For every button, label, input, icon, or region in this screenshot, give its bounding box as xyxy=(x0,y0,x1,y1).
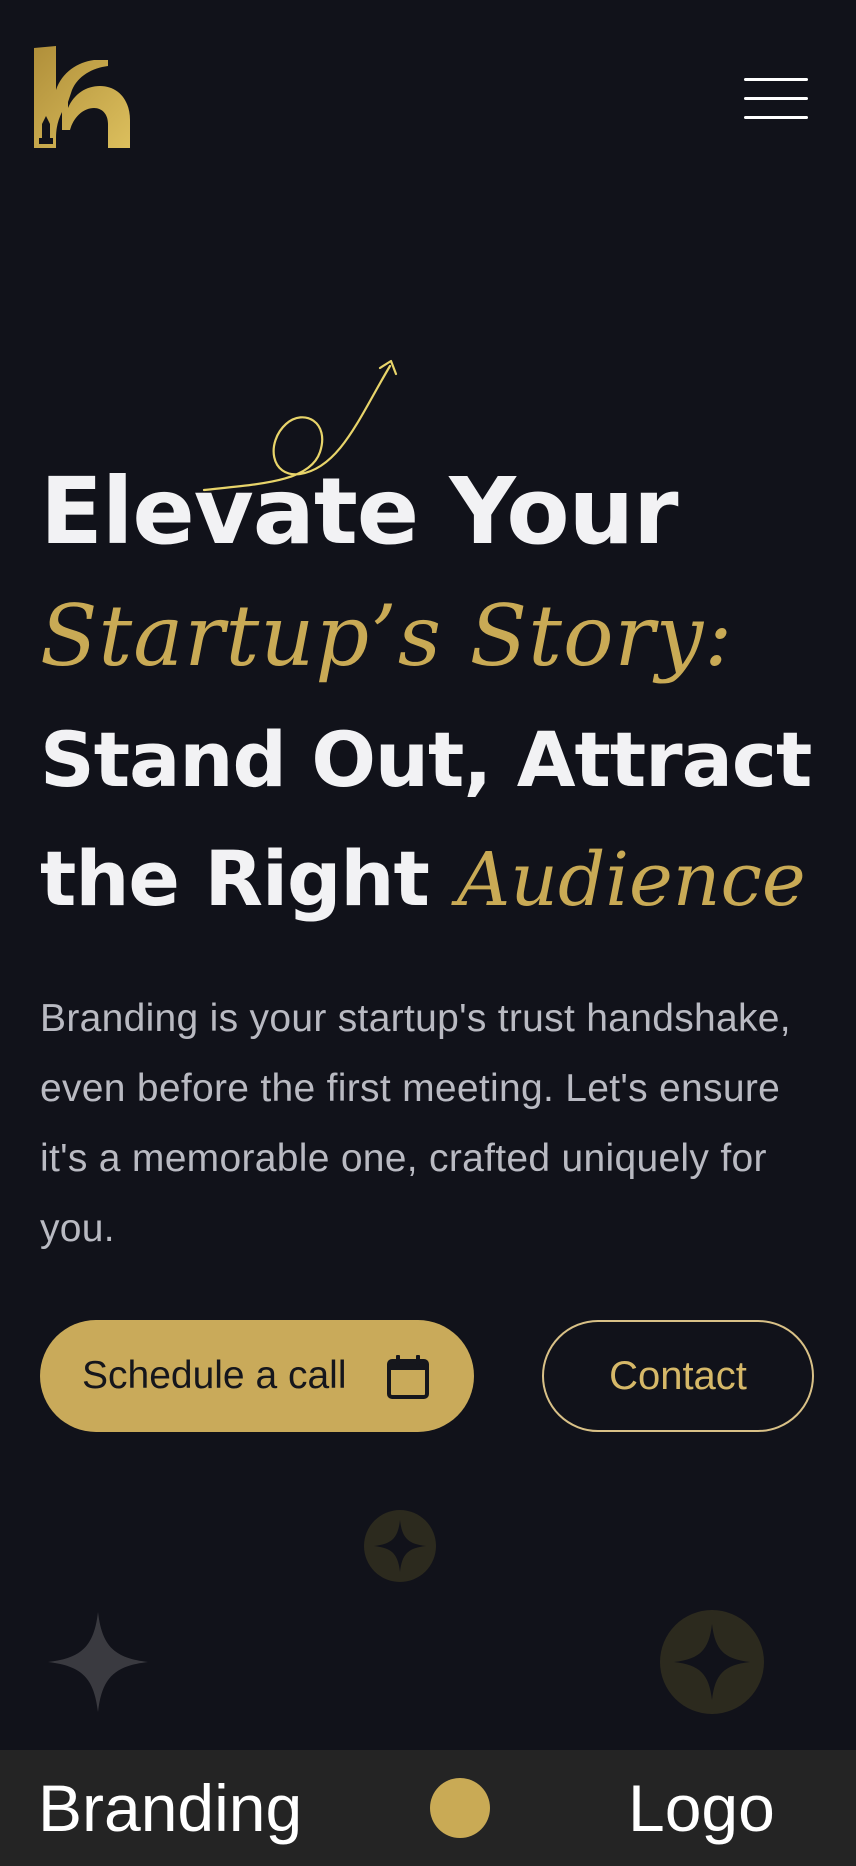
ticker-item-branding: Branding xyxy=(38,1771,303,1845)
headline-line-4-script: Audience xyxy=(456,837,806,923)
menu-button[interactable] xyxy=(740,70,810,128)
ticker-separator-dot xyxy=(430,1778,490,1838)
hero-headline: Elevate Your Startup’s Story: Stand Out,… xyxy=(40,452,840,939)
headline-line-4-text: the Right xyxy=(40,834,430,923)
services-ticker: Branding Logo xyxy=(0,1750,856,1866)
headline-line-1: Elevate Your xyxy=(40,458,678,565)
hero-description: Branding is your startup's trust handsha… xyxy=(40,997,791,1250)
headline-line-3: Stand Out, Attract xyxy=(40,715,812,804)
calendar-icon xyxy=(387,1355,429,1399)
sparkle-circle-icon xyxy=(364,1510,436,1582)
ticker-item-logo: Logo xyxy=(628,1771,775,1845)
headline-line-2: Startup’s Story: xyxy=(40,587,734,685)
contact-button[interactable]: Contact xyxy=(542,1320,814,1432)
brand-logo[interactable] xyxy=(34,46,130,150)
contact-label: Contact xyxy=(609,1353,747,1398)
schedule-call-label: Schedule a call xyxy=(82,1354,347,1397)
k-pen-logo-icon xyxy=(34,46,130,148)
headline-line-4: the Right Audience xyxy=(40,820,840,939)
sparkle-circle-icon-large xyxy=(660,1610,764,1714)
sparkle-star-icon xyxy=(48,1612,148,1712)
schedule-call-button[interactable]: Schedule a call xyxy=(40,1320,474,1432)
